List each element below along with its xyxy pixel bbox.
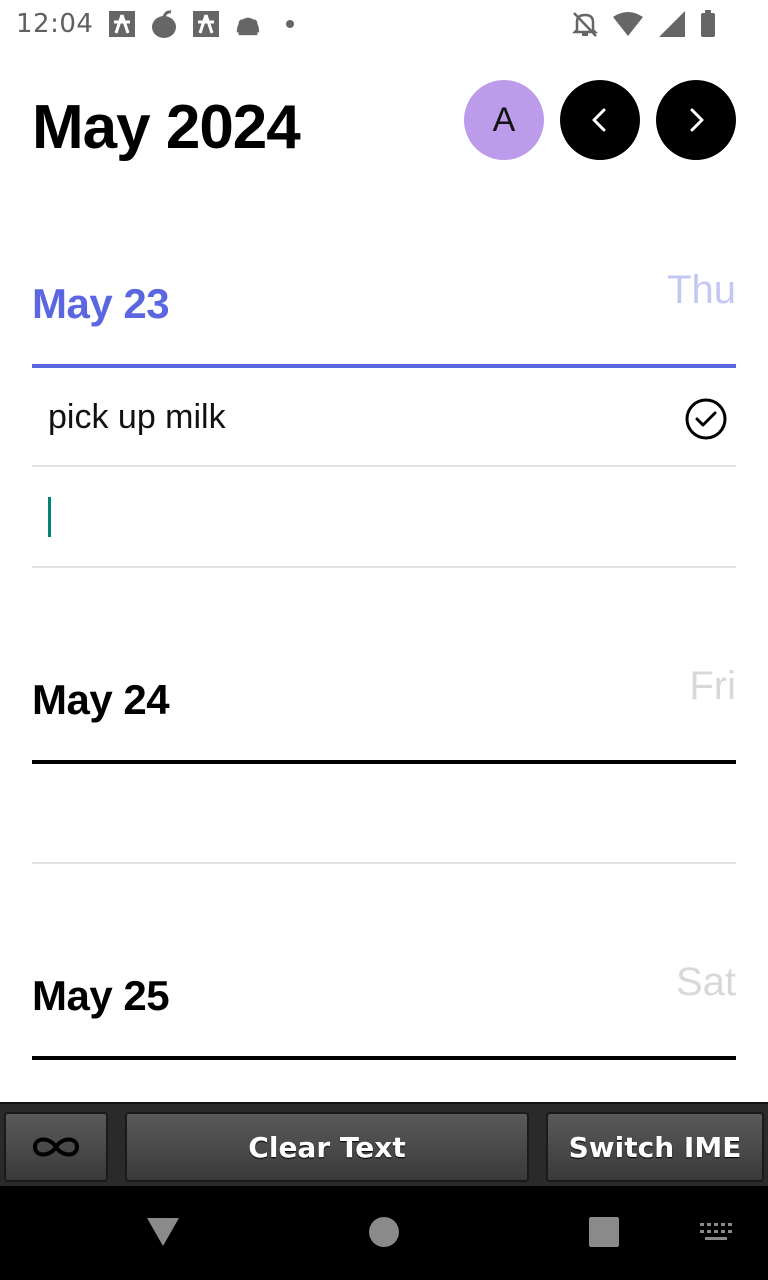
month-title: May 2024 [32, 93, 301, 162]
check-circle-icon[interactable] [684, 397, 728, 441]
infinity-button[interactable] [4, 1112, 108, 1182]
status-right-icons [572, 10, 716, 38]
infinity-icon [32, 1137, 80, 1157]
previous-week-button[interactable] [560, 80, 640, 160]
status-left-icons [108, 10, 304, 38]
task-divider [32, 862, 736, 864]
task-text[interactable]: pick up milk [48, 398, 226, 437]
day-weekday: Thu [667, 268, 736, 312]
home-icon[interactable] [364, 1212, 404, 1252]
clear-text-button[interactable]: Clear Text [125, 1112, 529, 1182]
battery-icon [700, 10, 716, 38]
dot-icon [276, 10, 304, 38]
day-weekday: Fri [689, 664, 736, 708]
system-nav-bar [0, 1186, 768, 1280]
chevron-right-icon [690, 108, 704, 132]
status-time: 12:04 [16, 9, 94, 39]
app-notification-icon [108, 10, 136, 38]
keyboard-icon[interactable] [694, 1214, 738, 1250]
back-icon[interactable] [143, 1212, 183, 1252]
new-task-input[interactable] [32, 467, 736, 567]
day-header-today: May 23 Thu [32, 268, 736, 328]
notifications-off-icon [572, 10, 598, 38]
recents-icon[interactable] [584, 1212, 624, 1252]
app-notification-icon [192, 10, 220, 38]
day-weekday: Sat [675, 960, 736, 1004]
new-task-input[interactable] [32, 764, 736, 864]
day-header: May 24 Fri [32, 664, 736, 724]
ime-toolbar: Clear Text Switch IME [0, 1102, 768, 1186]
day-date: May 23 [32, 280, 170, 327]
signal-icon [658, 10, 686, 38]
status-bar: 12:04 [0, 0, 768, 48]
task-row[interactable]: pick up milk [32, 368, 736, 466]
avatar[interactable]: A [464, 80, 544, 160]
day-date: May 24 [32, 676, 170, 723]
apple-icon [150, 10, 178, 38]
text-caret [48, 497, 51, 537]
task-divider [32, 566, 736, 568]
wifi-icon [612, 11, 644, 37]
day-header: May 25 Sat [32, 960, 736, 1020]
switch-ime-button[interactable]: Switch IME [546, 1112, 764, 1182]
android-icon [234, 10, 262, 38]
avatar-initial: A [492, 100, 516, 139]
next-week-button[interactable] [656, 80, 736, 160]
chevron-left-icon [592, 108, 606, 132]
day-date: May 25 [32, 972, 170, 1019]
day-divider [32, 1056, 736, 1060]
